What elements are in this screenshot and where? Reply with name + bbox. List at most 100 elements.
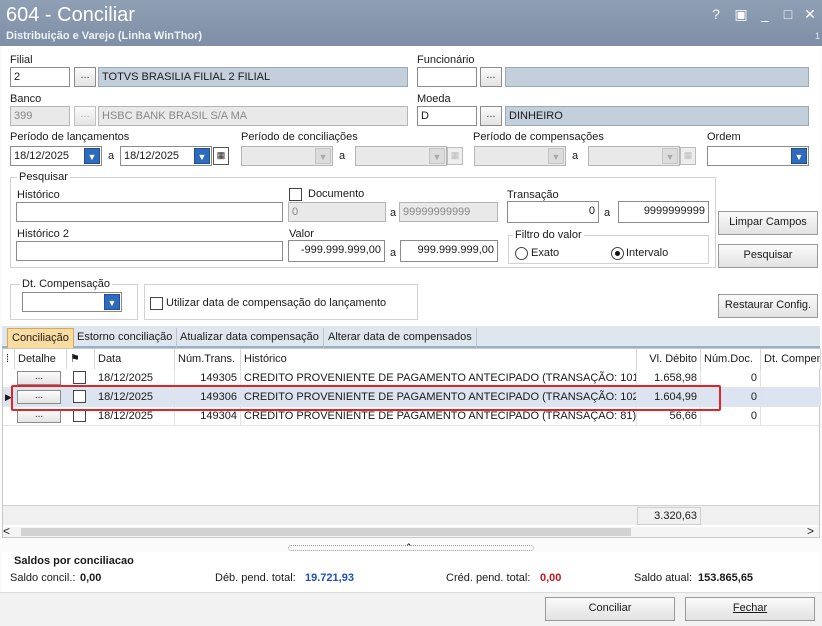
moeda-label: Moeda <box>417 93 451 105</box>
column-vl-debito[interactable]: Vl. Débito <box>637 349 701 369</box>
maximize-icon[interactable]: □ <box>778 6 798 22</box>
pesquisar-button[interactable]: Pesquisar <box>718 244 818 268</box>
window-subtitle: Distribuição e Varejo (Linha WinThor) <box>6 30 203 42</box>
scroll-left-icon[interactable]: < <box>3 524 15 538</box>
limpar-campos-button[interactable]: Limpar Campos <box>718 211 818 235</box>
moeda-name-field: DINHEIRO <box>505 106 809 126</box>
restore-icon[interactable]: ▣ <box>731 6 751 23</box>
calendar-icon[interactable]: ▦ <box>213 147 229 165</box>
funcionario-code-input[interactable] <box>417 67 477 87</box>
minimize-icon[interactable]: _ <box>755 6 775 22</box>
periodo-lancamentos-label: Período de lançamentos <box>10 131 130 143</box>
valor-to-input[interactable]: 999.999.999,00 <box>400 240 498 262</box>
conciliar-button[interactable]: Conciliar <box>545 597 675 621</box>
column-detalhe[interactable]: Detalhe <box>15 349 67 369</box>
valor-from-input[interactable]: -999.999.999,00 <box>288 240 385 262</box>
ordem-dropdown-icon[interactable]: ▼ <box>791 148 807 164</box>
historico-label: Histórico <box>17 189 60 201</box>
row-checkbox[interactable] <box>73 371 86 384</box>
historico2-input[interactable] <box>16 241 283 261</box>
corner-mark: 1 <box>814 31 820 41</box>
close-icon[interactable]: ✕ <box>800 6 820 23</box>
saldo-atual-value: 153.865,65 <box>698 572 754 584</box>
moeda-search-button[interactable]: ... <box>480 106 502 126</box>
funcionario-label: Funcionário <box>417 54 475 66</box>
periodo-conciliacoes-label: Período de conciliações <box>241 131 358 143</box>
transacao-from-input[interactable]: 0 <box>507 201 599 223</box>
tab-conciliacao[interactable]: Conciliação <box>7 328 74 348</box>
funcionario-search-button[interactable]: ... <box>480 67 502 87</box>
column-data[interactable]: Data <box>95 349 175 369</box>
historico2-label: Histórico 2 <box>17 228 69 240</box>
restaurar-config-button[interactable]: Restaurar Config. <box>718 294 818 318</box>
help-icon[interactable]: ? <box>706 6 726 22</box>
compensacoes-from-dropdown-icon[interactable]: ▼ <box>548 148 564 164</box>
pesquisar-legend: Pesquisar <box>17 171 70 183</box>
window-title: 604 - Conciliar <box>6 4 135 26</box>
transacao-to-input[interactable]: 9999999999 <box>618 201 709 223</box>
historico-input[interactable] <box>16 202 283 222</box>
funcionario-name-field <box>505 67 809 87</box>
saldos-title: Saldos por conciliacao <box>14 555 134 567</box>
banco-label: Banco <box>10 93 42 105</box>
total-debito: 3.320,63 <box>637 507 701 525</box>
documento-from-input[interactable]: 0 <box>288 202 386 222</box>
conciliacoes-to-dropdown-icon[interactable]: ▼ <box>429 148 445 164</box>
lancamentos-from-dropdown-icon[interactable]: ▼ <box>84 148 100 164</box>
documento-checkbox[interactable] <box>289 188 302 201</box>
moeda-code-input[interactable]: D <box>417 106 477 126</box>
tab-atualizar-data-compensacao[interactable]: Atualizar data compensação <box>176 328 324 348</box>
tab-estorno-conciliacao[interactable]: Estorno conciliação <box>73 328 178 348</box>
scroll-right-icon[interactable]: > <box>807 524 819 538</box>
conciliacoes-separator: a <box>339 150 346 162</box>
saldo-concil-label: Saldo concil.: <box>10 572 76 584</box>
fechar-button[interactable]: Fechar <box>685 597 815 621</box>
intervalo-radio[interactable] <box>611 247 624 260</box>
documento-separator: a <box>390 207 397 219</box>
banco-code-input[interactable]: 399 <box>10 106 70 126</box>
conciliacoes-from-dropdown-icon[interactable]: ▼ <box>315 148 331 164</box>
banco-name-field: HSBC BANK BRASIL S/A MA <box>98 106 408 126</box>
selection-highlight <box>11 385 721 411</box>
intervalo-label: Intervalo <box>626 247 669 259</box>
column-historico[interactable]: Histórico <box>241 349 637 369</box>
filial-code-input[interactable]: 2 <box>10 67 70 87</box>
dt-compensacao-label: Dt. Compensação <box>20 278 113 290</box>
utilizar-data-label: Utilizar data de compensação do lançamen… <box>166 297 387 309</box>
documento-to-input[interactable]: 99999999999 <box>399 202 498 222</box>
saldo-atual-label: Saldo atual: <box>634 572 693 584</box>
detail-button[interactable]: ... <box>17 371 61 385</box>
filial-search-button[interactable]: ... <box>74 67 96 87</box>
deb-pend-value: 19.721,93 <box>305 572 354 584</box>
compensacoes-separator: a <box>572 150 579 162</box>
column-dt-compen[interactable]: Dt. Compen <box>761 349 821 369</box>
cred-pend-value: 0,00 <box>540 572 562 584</box>
column-num-doc[interactable]: Núm.Doc. <box>701 349 761 369</box>
filial-name-field: TOTVS BRASILIA FILIAL 2 FILIAL <box>98 67 408 87</box>
valor-label: Valor <box>289 228 314 240</box>
filtro-valor-legend: Filtro do valor <box>513 229 584 241</box>
ordem-label: Ordem <box>707 131 741 143</box>
cred-pend-label: Créd. pend. total: <box>446 572 531 584</box>
lancamentos-grid: ⁞ Detalhe ⚑ Data Núm.Trans. Histórico Vl… <box>2 348 821 538</box>
saldo-concil-value: 0,00 <box>80 572 102 584</box>
exato-radio[interactable] <box>515 247 528 260</box>
tab-alterar-data-compensados[interactable]: Alterar data de compensados <box>324 328 477 348</box>
column-num-trans[interactable]: Núm.Trans. <box>175 349 241 369</box>
scrollbar-thumb[interactable] <box>21 528 631 536</box>
compensacoes-calendar-icon[interactable]: ▦ <box>680 147 696 165</box>
compensacoes-to-dropdown-icon[interactable]: ▼ <box>662 148 678 164</box>
flag-icon[interactable]: ⚑ <box>67 349 95 369</box>
exato-label: Exato <box>531 247 560 259</box>
title-bar: 604 - Conciliar Distribuição e Varejo (L… <box>0 0 822 46</box>
dt-compensacao-dropdown-icon[interactable]: ▼ <box>104 294 120 310</box>
detail-button[interactable]: ... <box>17 409 61 423</box>
lancamentos-to-dropdown-icon[interactable]: ▼ <box>194 148 210 164</box>
periodo-compensacoes-label: Período de compensações <box>473 131 604 143</box>
documento-label: Documento <box>308 188 365 200</box>
conciliacoes-calendar-icon[interactable]: ▦ <box>447 147 463 165</box>
banco-search-button[interactable]: ... <box>74 106 96 126</box>
column-chooser-icon[interactable]: ⁞ <box>3 349 15 369</box>
utilizar-data-checkbox[interactable] <box>150 297 163 310</box>
valor-separator: a <box>390 247 397 259</box>
